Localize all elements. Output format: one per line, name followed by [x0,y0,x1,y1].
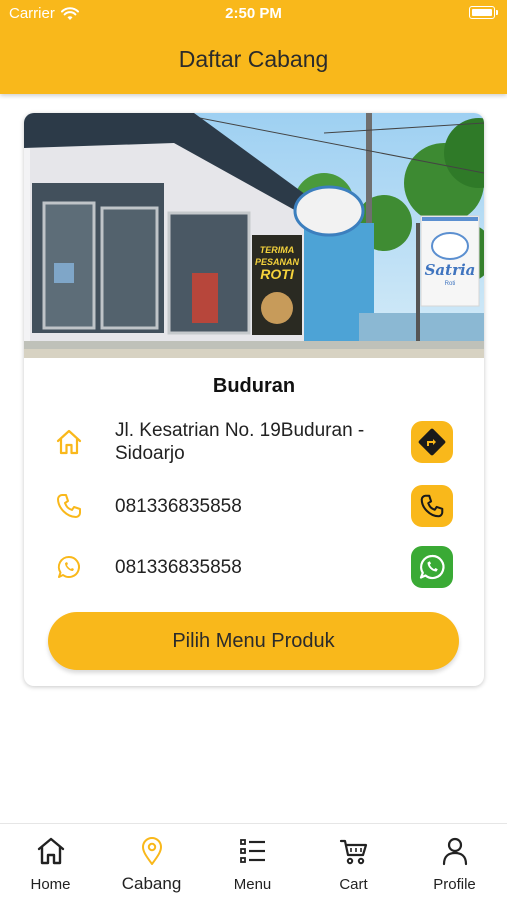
tab-cart[interactable]: Cart [303,824,404,900]
whatsapp-text: 081336835858 [115,557,242,578]
phone-row: 081336835858 [24,483,484,529]
tab-home[interactable]: Home [0,824,101,900]
tab-menu[interactable]: Menu [202,824,303,900]
tab-label: Cart [339,876,368,893]
shop-sign-name: Satria [425,261,476,279]
whatsapp-icon [57,555,80,578]
home-icon [37,837,65,865]
branch-card: TERIMA PESANAN ROTI Satria Roti Buduran … [24,113,484,686]
bottom-tab-bar: Home Cabang Menu Cart Profile [0,823,507,900]
branch-name: Buduran [212,375,296,397]
phone-icon [420,494,444,518]
phone-icon [57,494,81,518]
home-icon [56,429,82,455]
tab-label: Home [30,876,71,893]
directions-button[interactable] [411,421,453,463]
banner-line-1: TERIMA [260,245,295,255]
tab-profile[interactable]: Profile [404,824,505,900]
user-icon [442,837,468,866]
tab-cabang[interactable]: Cabang [101,824,202,900]
page-title: Daftar Cabang [178,46,329,72]
tab-label: Cabang [121,874,182,893]
shop-sign-sub: Roti [445,281,456,287]
tab-label: Profile [433,876,476,893]
list-icon [240,839,265,863]
branch-photo: TERIMA PESANAN ROTI Satria Roti [24,113,484,358]
banner-line-3: ROTI [260,266,295,282]
battery-icon [469,6,498,19]
whatsapp-row: 081336835858 [24,544,484,590]
directions-icon [418,428,446,456]
call-button[interactable] [411,485,453,527]
choose-menu-button[interactable]: Pilih Menu Produk [48,612,459,670]
address-row: Jl. Kesatrian No. 19Buduran - Sidoarjo [24,416,484,468]
tab-label: Menu [233,876,272,893]
cart-icon [339,839,368,865]
whatsapp-icon [419,554,445,580]
phone-text: 081336835858 [115,496,242,517]
status-time: 2:50 PM [225,5,282,22]
address-text: Jl. Kesatrian No. 19Buduran - Sidoarjo [115,420,365,464]
whatsapp-button[interactable] [411,546,453,588]
app-bar: Carrier 2:50 PM Daftar Cabang [0,0,507,94]
location-pin-icon [142,837,162,865]
